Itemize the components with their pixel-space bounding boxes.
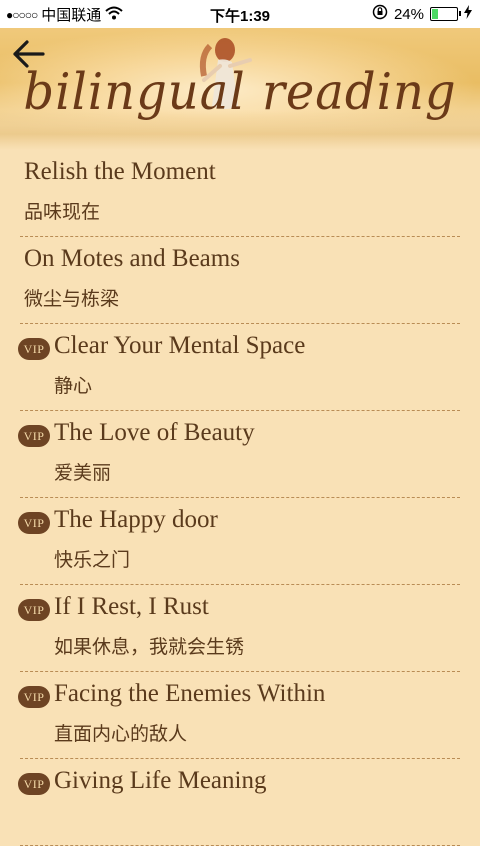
list-item[interactable]: VIP If I Rest, I Rust 如果休息，我就会生锈 (18, 585, 460, 672)
list-item[interactable]: VIP Giving Life Meaning (18, 759, 460, 846)
article-title-zh: 如果休息，我就会生锈 (54, 636, 245, 658)
list-item[interactable]: On Motes and Beams 微尘与栋梁 (20, 237, 460, 324)
charging-icon (464, 5, 472, 23)
article-title-zh: 微尘与栋梁 (24, 288, 120, 310)
battery-icon (430, 7, 461, 21)
list-item[interactable]: VIP The Happy door 快乐之门 (18, 498, 460, 585)
vip-badge: VIP (18, 686, 50, 708)
list-item[interactable]: Relish the Moment 品味现在 (20, 150, 460, 237)
vip-badge: VIP (18, 599, 50, 621)
article-title-en: The Love of Beauty (54, 419, 255, 446)
list-item[interactable]: VIP Facing the Enemies Within 直面内心的敌人 (18, 672, 460, 759)
battery-percent: 24% (393, 5, 424, 23)
article-title-zh: 快乐之门 (54, 549, 131, 571)
vip-badge: VIP (18, 512, 50, 534)
article-list: Relish the Moment 品味现在 On Motes and Beam… (18, 150, 460, 846)
vip-badge: VIP (18, 338, 50, 360)
article-title-zh: 品味现在 (24, 201, 101, 223)
header-banner: bilingual reading (0, 28, 480, 150)
vip-badge: VIP (18, 773, 50, 795)
rotation-lock-icon (372, 4, 388, 24)
status-right: 24% (372, 4, 472, 24)
status-bar: ●○○○○ 中国联通 下午1:39 24% (0, 0, 480, 28)
article-title-en: Relish the Moment (24, 158, 216, 185)
article-title-en: The Happy door (54, 506, 218, 533)
article-title-zh: 爱美丽 (54, 462, 112, 484)
article-title-en: Giving Life Meaning (54, 767, 267, 794)
article-title-zh: 直面内心的敌人 (54, 723, 188, 745)
vip-badge: VIP (18, 425, 50, 447)
article-title-en: If I Rest, I Rust (54, 593, 209, 620)
article-title-en: Clear Your Mental Space (54, 332, 306, 359)
banner-title: bilingual reading (23, 62, 457, 122)
list-item[interactable]: VIP Clear Your Mental Space 静心 (18, 324, 460, 411)
article-title-zh: 静心 (54, 375, 93, 397)
list-item[interactable]: VIP The Love of Beauty 爱美丽 (18, 411, 460, 498)
article-title-en: Facing the Enemies Within (54, 680, 326, 707)
article-title-en: On Motes and Beams (24, 245, 240, 272)
